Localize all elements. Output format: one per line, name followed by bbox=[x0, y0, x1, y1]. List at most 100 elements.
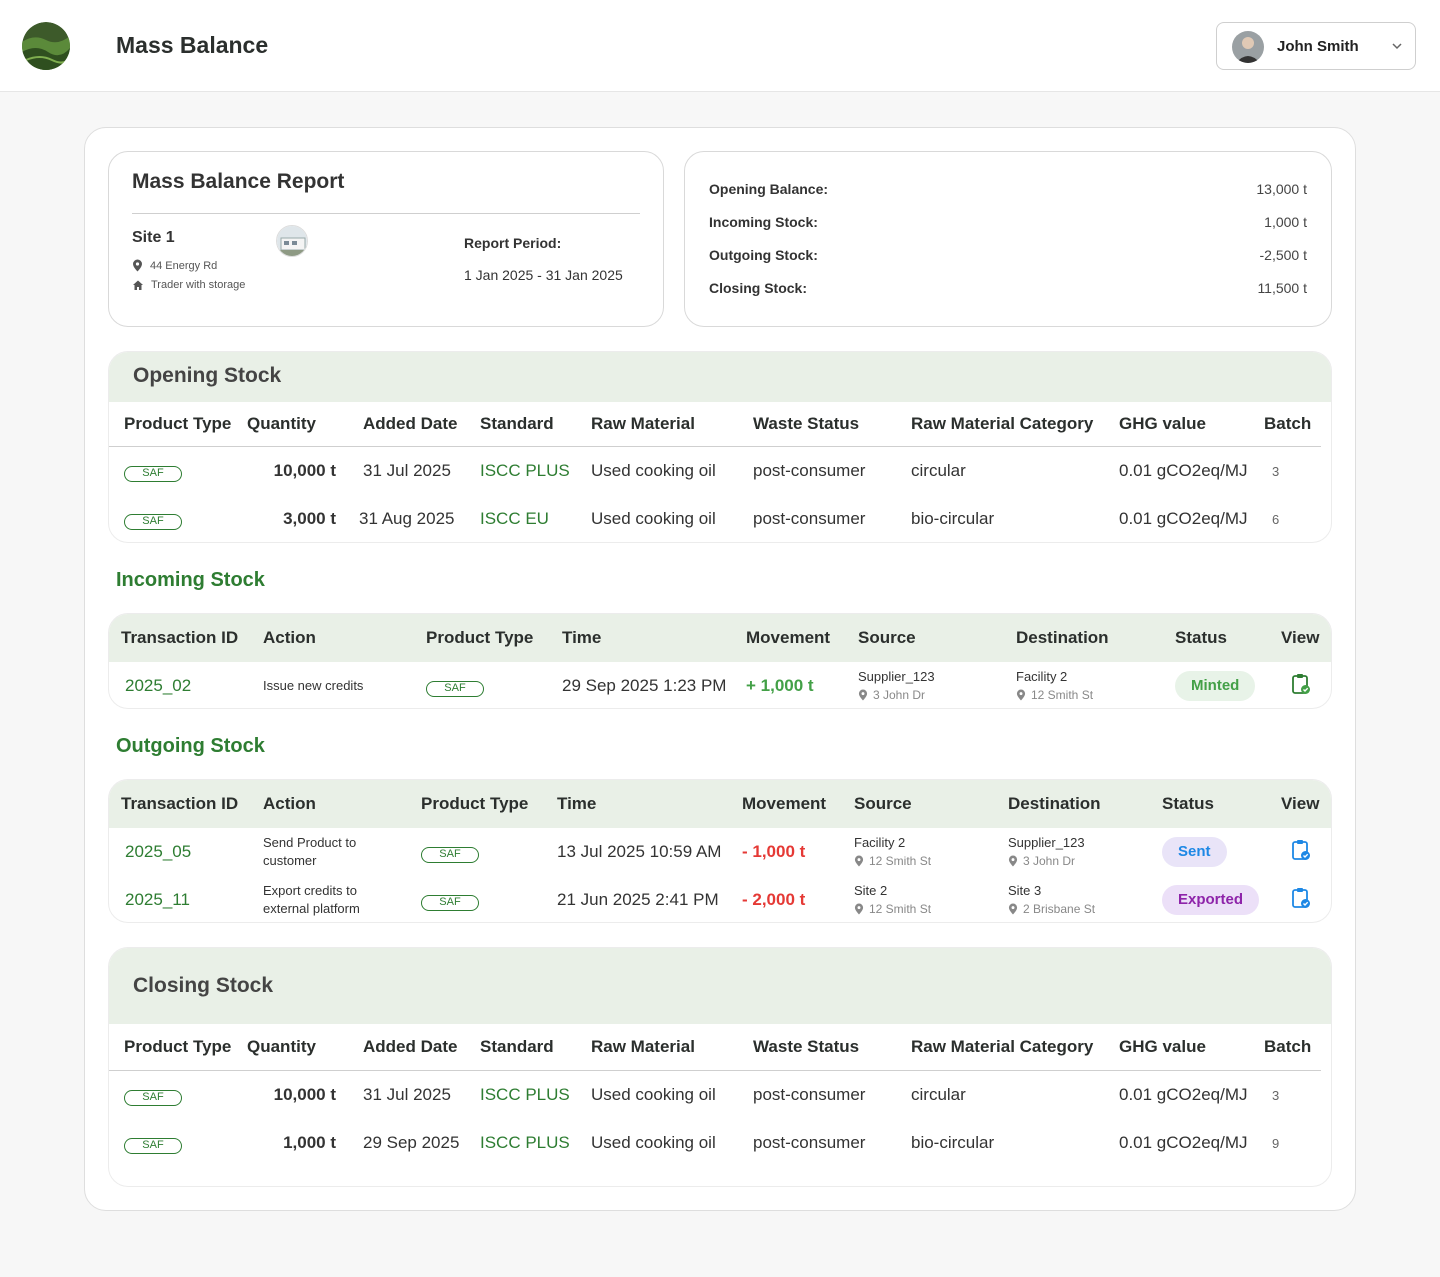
col-header[interactable]: Transaction ID bbox=[121, 614, 263, 662]
col-header[interactable]: Movement bbox=[746, 614, 858, 662]
added-date: 31 Jul 2025 bbox=[363, 1085, 451, 1104]
product-type-tag: SAF bbox=[124, 1089, 182, 1106]
col-header[interactable]: Standard bbox=[480, 1024, 591, 1070]
col-header[interactable]: Movement bbox=[742, 780, 854, 828]
status-badge: Exported bbox=[1162, 885, 1260, 915]
location-pin-icon bbox=[1008, 855, 1018, 867]
source: Site 2 12 Smith St bbox=[854, 876, 1008, 922]
added-date: 29 Sep 2025 bbox=[363, 1133, 460, 1152]
col-header[interactable]: Destination bbox=[1016, 614, 1175, 662]
source-name: Supplier_123 bbox=[858, 669, 935, 684]
closing-stock-table: Product Type Quantity Added Date Standar… bbox=[124, 1024, 1324, 1166]
user-avatar bbox=[1232, 31, 1264, 63]
table-row[interactable]: SAF 10,000 t 31 Jul 2025 ISCC PLUS Used … bbox=[124, 446, 1324, 496]
table-row[interactable]: 2025_02 Issue new credits SAF 29 Sep 202… bbox=[121, 662, 1331, 708]
balance-label: Opening Balance: bbox=[709, 181, 829, 197]
standard: ISCC EU bbox=[480, 509, 549, 528]
col-header[interactable]: Raw Material bbox=[591, 1024, 753, 1070]
outgoing-stock-panel: Transaction ID Action Product Type Time … bbox=[108, 779, 1332, 923]
location-pin-icon bbox=[1016, 689, 1026, 701]
location-pin-icon bbox=[133, 259, 142, 272]
site-type-text: Trader with storage bbox=[151, 279, 246, 291]
movement: - 1,000 t bbox=[742, 842, 806, 861]
movement: - 2,000 t bbox=[742, 890, 806, 909]
col-header[interactable]: Status bbox=[1162, 780, 1281, 828]
table-row[interactable]: SAF 1,000 t 29 Sep 2025 ISCC PLUS Used c… bbox=[124, 1120, 1324, 1166]
col-header[interactable]: Quantity bbox=[247, 402, 351, 446]
col-header[interactable]: Transaction ID bbox=[121, 780, 263, 828]
col-header[interactable]: Added Date bbox=[351, 402, 480, 446]
col-header[interactable]: GHG value bbox=[1119, 402, 1264, 446]
main-card: Mass Balance Report Site 1 44 Energy Rd … bbox=[84, 127, 1356, 1211]
table-row[interactable]: 2025_11 Export credits to external platf… bbox=[121, 876, 1331, 922]
panel-header bbox=[109, 352, 1331, 402]
raw-material: Used cooking oil bbox=[591, 509, 716, 528]
transaction-id[interactable]: 2025_05 bbox=[121, 828, 263, 876]
outgoing-stock-title: Outgoing Stock bbox=[116, 735, 265, 757]
table-row[interactable]: 2025_05 Send Product to customer SAF 13 … bbox=[121, 828, 1331, 876]
col-header[interactable]: Quantity bbox=[247, 1024, 351, 1070]
col-header[interactable]: Source bbox=[854, 780, 1008, 828]
raw-material: Used cooking oil bbox=[591, 461, 716, 480]
col-header[interactable]: View bbox=[1281, 780, 1331, 828]
balance-value: 13,000 t bbox=[1256, 181, 1307, 197]
home-icon bbox=[133, 280, 143, 290]
col-header[interactable]: Added Date bbox=[351, 1024, 480, 1070]
col-header[interactable]: Batch bbox=[1264, 1024, 1324, 1070]
transaction-id[interactable]: 2025_11 bbox=[121, 876, 263, 922]
quantity: 10,000 t bbox=[273, 1085, 336, 1104]
report-period-label: Report Period: bbox=[464, 235, 562, 251]
table-header-row: Transaction ID Action Product Type Time … bbox=[121, 780, 1331, 828]
col-header[interactable]: GHG value bbox=[1119, 1024, 1264, 1070]
batch: 9 bbox=[1272, 1135, 1280, 1151]
location-pin-icon bbox=[854, 903, 864, 915]
location-pin-icon bbox=[854, 855, 864, 867]
opening-stock-panel: Opening Stock Product Type Quantity Adde… bbox=[108, 351, 1332, 543]
batch: 3 bbox=[1272, 463, 1280, 479]
quantity: 10,000 t bbox=[273, 461, 336, 480]
col-header[interactable]: Standard bbox=[480, 402, 591, 446]
col-header[interactable]: Waste Status bbox=[753, 1024, 911, 1070]
status-badge: Sent bbox=[1162, 837, 1227, 867]
standard: ISCC PLUS bbox=[480, 1085, 570, 1104]
movement: + 1,000 t bbox=[746, 676, 814, 695]
user-menu[interactable]: John Smith bbox=[1216, 22, 1416, 70]
col-header[interactable]: Source bbox=[858, 614, 1016, 662]
destination: Supplier_123 3 John Dr bbox=[1008, 828, 1162, 876]
col-header[interactable]: Time bbox=[557, 780, 742, 828]
col-header[interactable]: Product Type bbox=[124, 402, 247, 446]
col-header[interactable]: Time bbox=[562, 614, 746, 662]
col-header[interactable]: Action bbox=[263, 780, 421, 828]
app-logo[interactable] bbox=[22, 22, 70, 70]
col-header[interactable]: Product Type bbox=[421, 780, 557, 828]
ghg-value: 0.01 gCO2eq/MJ bbox=[1119, 461, 1248, 480]
table-row[interactable]: SAF 3,000 t 31 Aug 2025 ISCC EU Used coo… bbox=[124, 496, 1324, 542]
waste-status: post-consumer bbox=[753, 509, 866, 528]
col-header[interactable]: Action bbox=[263, 614, 426, 662]
raw-material: Used cooking oil bbox=[591, 1085, 716, 1104]
col-header[interactable]: Raw Material bbox=[591, 402, 753, 446]
col-header[interactable]: Batch bbox=[1264, 402, 1324, 446]
col-header[interactable]: Waste Status bbox=[753, 402, 911, 446]
table-header-row: Product Type Quantity Added Date Standar… bbox=[124, 402, 1324, 446]
time: 29 Sep 2025 1:23 PM bbox=[562, 676, 727, 695]
clipboard-check-icon[interactable] bbox=[1291, 887, 1311, 909]
col-header[interactable]: Product Type bbox=[426, 614, 562, 662]
clipboard-check-icon[interactable] bbox=[1291, 673, 1311, 695]
col-header[interactable]: Status bbox=[1175, 614, 1281, 662]
col-header[interactable]: View bbox=[1281, 614, 1331, 662]
col-header[interactable]: Raw Material Category bbox=[911, 402, 1119, 446]
col-header[interactable]: Destination bbox=[1008, 780, 1162, 828]
destination: Site 3 2 Brisbane St bbox=[1008, 876, 1162, 922]
col-header[interactable]: Product Type bbox=[124, 1024, 247, 1070]
panel-header bbox=[109, 948, 1331, 1024]
site-address-text: 44 Energy Rd bbox=[150, 259, 218, 272]
product-type-tag: SAF bbox=[124, 1137, 182, 1154]
col-header[interactable]: Raw Material Category bbox=[911, 1024, 1119, 1070]
transaction-id[interactable]: 2025_02 bbox=[121, 662, 263, 708]
location-pin-icon bbox=[858, 689, 868, 701]
action: Issue new credits bbox=[263, 678, 364, 693]
location-pin-icon bbox=[1008, 903, 1018, 915]
clipboard-check-icon[interactable] bbox=[1291, 839, 1311, 861]
table-row[interactable]: SAF 10,000 t 31 Jul 2025 ISCC PLUS Used … bbox=[124, 1070, 1324, 1120]
